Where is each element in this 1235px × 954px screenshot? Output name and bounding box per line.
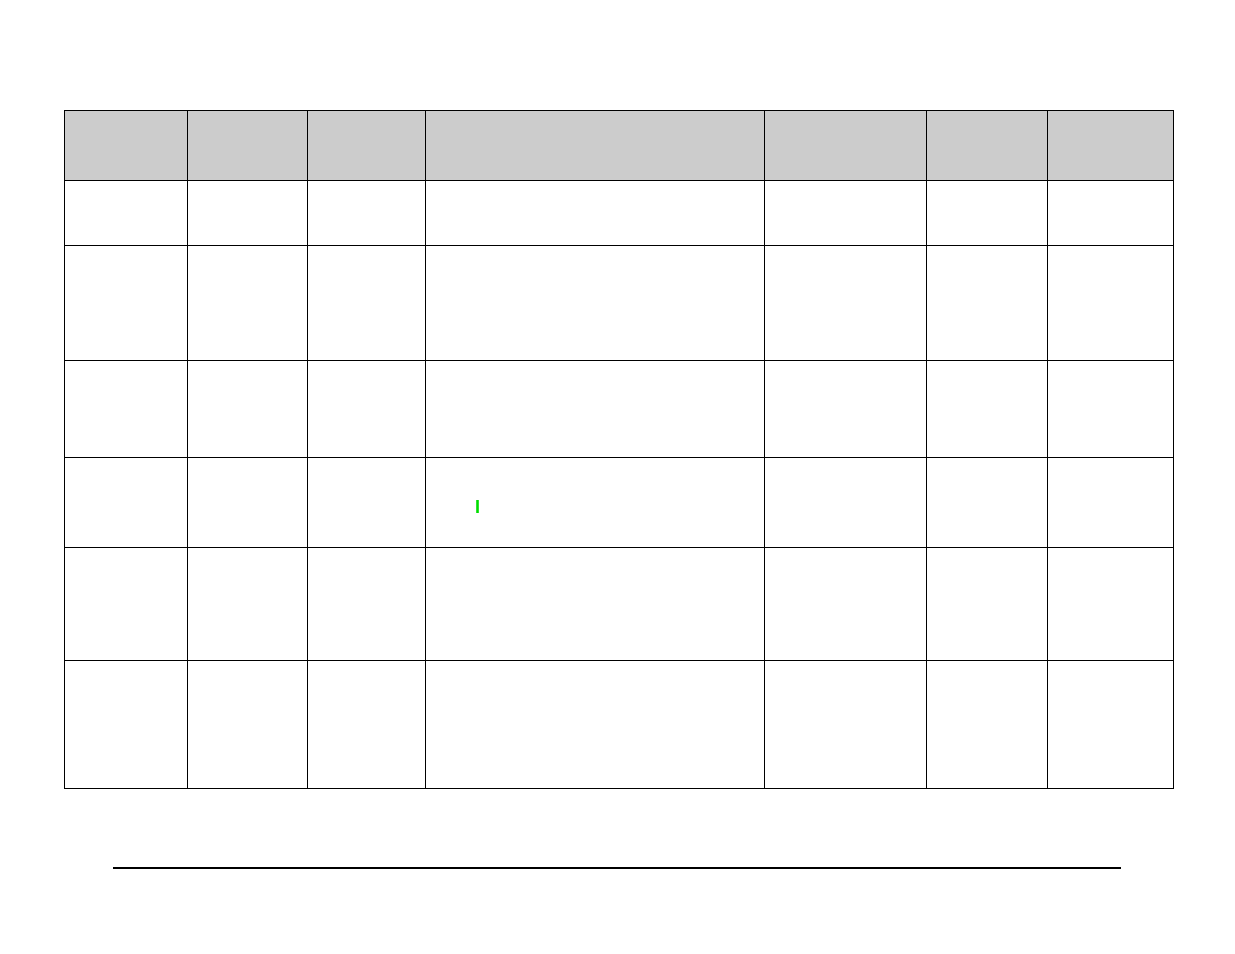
table-cell	[188, 181, 308, 246]
data-table: I	[64, 110, 1174, 789]
highlight-mark: I	[475, 497, 480, 517]
table-header-cell	[308, 111, 426, 181]
table-cell	[308, 181, 426, 246]
table-cell	[927, 458, 1048, 548]
table-header-cell	[765, 111, 927, 181]
table-cell	[65, 661, 188, 789]
table-cell	[765, 548, 927, 661]
table-cell	[1048, 246, 1174, 361]
table-cell	[188, 458, 308, 548]
table-cell	[765, 181, 927, 246]
table-cell	[765, 246, 927, 361]
table-header-cell	[65, 111, 188, 181]
table-row: I	[65, 458, 1174, 548]
table-cell	[1048, 458, 1174, 548]
table-cell	[188, 661, 308, 789]
table-cell	[426, 246, 765, 361]
table-cell	[1048, 548, 1174, 661]
table-cell	[1048, 661, 1174, 789]
table-cell	[308, 661, 426, 789]
table-row	[65, 181, 1174, 246]
table-cell	[308, 246, 426, 361]
table-cell	[65, 181, 188, 246]
table-cell	[927, 548, 1048, 661]
table-cell	[1048, 181, 1174, 246]
table-header-row	[65, 111, 1174, 181]
table-cell	[65, 458, 188, 548]
table-cell	[426, 361, 765, 458]
table-row	[65, 361, 1174, 458]
table-cell	[426, 181, 765, 246]
table-cell	[927, 246, 1048, 361]
table-cell	[426, 661, 765, 789]
table-header-cell	[188, 111, 308, 181]
table-cell	[1048, 361, 1174, 458]
table-cell	[765, 361, 927, 458]
table-cell	[927, 661, 1048, 789]
table-cell	[188, 246, 308, 361]
table-header-cell	[927, 111, 1048, 181]
table-cell	[65, 361, 188, 458]
table-cell	[65, 548, 188, 661]
table-row	[65, 548, 1174, 661]
table-row	[65, 661, 1174, 789]
table-cell	[765, 661, 927, 789]
table-cell	[308, 548, 426, 661]
table-cell	[65, 246, 188, 361]
table-cell	[426, 548, 765, 661]
page: I	[0, 0, 1235, 954]
table-cell	[308, 361, 426, 458]
horizontal-rule	[113, 867, 1121, 869]
table-cell	[765, 458, 927, 548]
table-cell	[188, 548, 308, 661]
table-header-cell	[1048, 111, 1174, 181]
table-cell	[927, 181, 1048, 246]
table-cell	[927, 361, 1048, 458]
table-header-cell	[426, 111, 765, 181]
table-row	[65, 246, 1174, 361]
table-cell	[308, 458, 426, 548]
table-cell: I	[426, 458, 765, 548]
table-cell	[188, 361, 308, 458]
